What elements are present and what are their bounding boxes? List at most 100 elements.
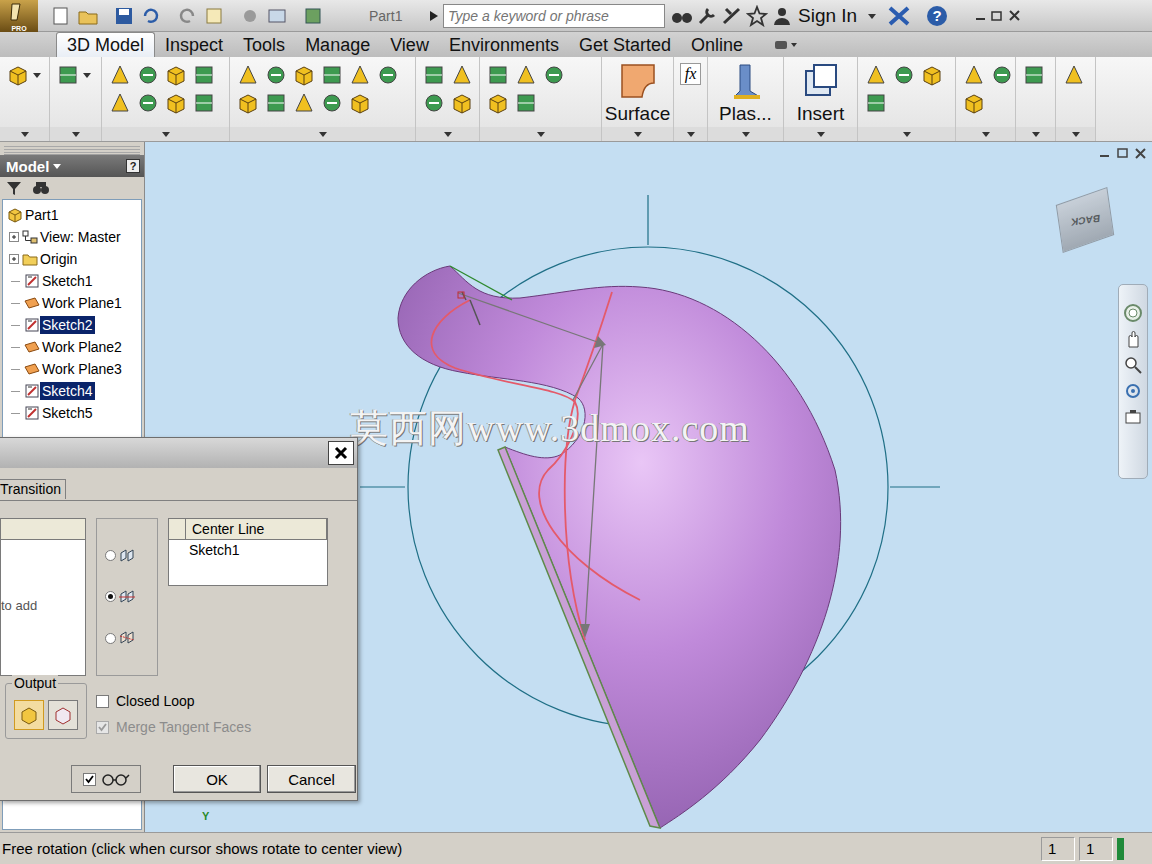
tool-icon[interactable] [450, 63, 474, 87]
tool-icon[interactable] [920, 63, 944, 87]
tool-icon[interactable] [1062, 63, 1086, 87]
ribbon-tab[interactable]: View [380, 33, 439, 57]
communication-icon[interactable] [721, 5, 743, 27]
tool-icon[interactable] [164, 63, 188, 87]
tool-icon[interactable] [192, 63, 216, 87]
tool-icon[interactable] [136, 63, 160, 87]
find-icon[interactable] [671, 5, 693, 27]
quick-access-icon[interactable] [50, 5, 72, 27]
window-controls-icon[interactable] [973, 8, 1023, 24]
split-button[interactable] [6, 63, 42, 87]
favorites-icon[interactable] [746, 5, 768, 27]
view-cube[interactable]: BACK [1055, 190, 1115, 250]
expand-icon[interactable] [9, 254, 20, 265]
tool-icon[interactable] [164, 91, 188, 115]
expand-icon[interactable] [429, 10, 439, 22]
ribbon-tab[interactable]: Tools [233, 33, 295, 57]
group-expander[interactable] [102, 127, 229, 141]
mode-option[interactable] [105, 588, 157, 606]
tool-icon[interactable] [348, 91, 372, 115]
group-expander[interactable] [1016, 127, 1055, 141]
parameters-button[interactable]: fx [674, 57, 707, 127]
list-item[interactable]: Sketch1 [169, 540, 327, 558]
tool-icon[interactable] [450, 91, 474, 115]
preview-checkbox[interactable] [83, 773, 96, 786]
user-icon[interactable] [771, 5, 793, 27]
pan-icon[interactable] [1123, 329, 1143, 349]
tool-icon[interactable] [376, 63, 400, 87]
zoom-icon[interactable] [1123, 355, 1143, 375]
cancel-button[interactable]: Cancel [267, 765, 356, 793]
tree-item[interactable]: Sketch4 [3, 380, 141, 402]
tool-icon[interactable] [136, 91, 160, 115]
help-button[interactable]: ? [126, 159, 140, 173]
tool-icon[interactable] [292, 63, 316, 87]
tree-item[interactable]: Work Plane1 [3, 292, 141, 314]
tree-item[interactable]: Sketch2 [3, 314, 141, 336]
dropdown-icon[interactable] [867, 10, 877, 22]
ok-button[interactable]: OK [173, 765, 261, 793]
tool-icon[interactable] [56, 63, 80, 87]
large-ribbon-button[interactable]: Surface [602, 57, 673, 127]
split-button[interactable] [56, 63, 92, 87]
ribbon-tab[interactable]: Environments [439, 33, 569, 57]
find-icon[interactable] [32, 180, 50, 196]
mode-option[interactable] [105, 629, 157, 647]
orbit-icon[interactable] [1123, 381, 1143, 401]
tool-icon[interactable] [962, 63, 986, 87]
tool-icon[interactable] [962, 91, 986, 115]
tool-icon[interactable] [320, 63, 344, 87]
ribbon-tab[interactable]: Inspect [155, 33, 233, 57]
tool-icon[interactable] [864, 63, 888, 87]
tool-icon[interactable] [514, 63, 538, 87]
output-button[interactable] [14, 700, 44, 730]
group-expander[interactable] [1056, 127, 1095, 141]
quick-access-icon[interactable] [203, 5, 225, 27]
group-expander[interactable] [0, 127, 49, 141]
tool-icon[interactable] [514, 91, 538, 115]
tools-icon[interactable] [696, 5, 718, 27]
tool-icon[interactable] [486, 63, 510, 87]
group-expander[interactable] [50, 127, 101, 141]
tool-icon[interactable] [264, 63, 288, 87]
quick-access-icon[interactable] [266, 5, 288, 27]
mode-option[interactable] [105, 547, 157, 565]
tool-icon[interactable] [192, 91, 216, 115]
group-expander[interactable] [602, 127, 673, 141]
group-expander[interactable] [480, 127, 601, 141]
exchange-apps-icon[interactable] [887, 5, 911, 27]
profiles-list[interactable]: to add [0, 518, 86, 676]
tree-item[interactable]: Work Plane2 [3, 336, 141, 358]
preview-toggle[interactable] [71, 765, 141, 793]
dialog-tab[interactable]: Transition [0, 479, 66, 499]
ribbon-tab[interactable]: Manage [295, 33, 380, 57]
tool-icon[interactable] [990, 63, 1014, 87]
app-menu-button[interactable]: PRO [0, 0, 38, 32]
steering-wheel-icon[interactable] [1123, 303, 1143, 323]
tool-icon[interactable] [864, 91, 888, 115]
tool-icon[interactable] [422, 63, 446, 87]
tool-icon[interactable] [236, 63, 260, 87]
viewport-window-controls-icon[interactable] [1098, 147, 1150, 161]
tool-icon[interactable] [108, 91, 132, 115]
filter-icon[interactable] [6, 180, 22, 196]
group-expander[interactable] [674, 127, 707, 141]
tree-item[interactable]: Sketch5 [3, 402, 141, 424]
group-expander[interactable] [708, 127, 783, 141]
quick-access-icon[interactable] [176, 5, 198, 27]
browser-title[interactable]: Model [6, 158, 61, 175]
tree-item[interactable]: Work Plane3 [3, 358, 141, 380]
center-line-list[interactable]: Center LineSketch1 [168, 518, 328, 586]
tool-icon[interactable] [292, 91, 316, 115]
group-expander[interactable] [416, 127, 479, 141]
checkbox[interactable] [96, 695, 109, 708]
group-expander[interactable] [858, 127, 955, 141]
tool-icon[interactable] [348, 63, 372, 87]
quick-access-icon[interactable] [77, 5, 99, 27]
tree-item[interactable]: Part1 [3, 204, 141, 226]
output-button[interactable] [48, 700, 78, 730]
close-button[interactable] [328, 441, 354, 465]
look-at-icon[interactable] [1123, 407, 1143, 427]
tool-icon[interactable] [486, 91, 510, 115]
quick-access-icon[interactable] [140, 5, 162, 27]
